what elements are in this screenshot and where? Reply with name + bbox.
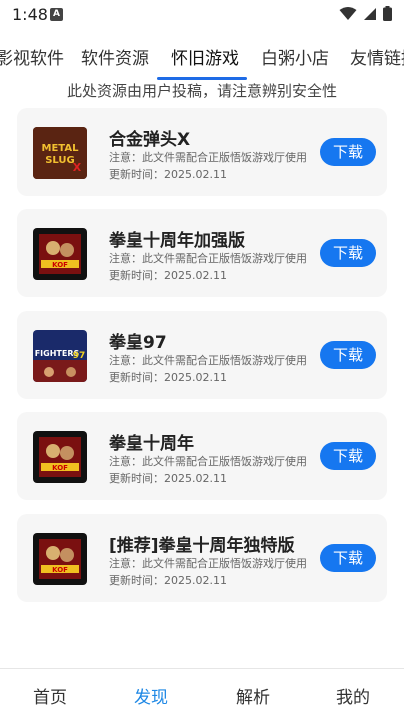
download-button[interactable]: 下载 xyxy=(320,442,376,470)
download-button[interactable]: 下载 xyxy=(320,239,376,267)
safety-notice: 此处资源由用户投稿，请注意辨别安全性 xyxy=(66,82,337,100)
list-item[interactable]: FIGHTERS 97 拳皇97 注意：此文件需配合正版悟饭游戏厅使用 更新时间… xyxy=(17,311,387,399)
list-item[interactable]: KOF [推荐]拳皇十周年独特版 注意：此文件需配合正版悟饭游戏厅使用 更新时间… xyxy=(17,514,387,602)
item-date: 更新时间：2025.02.11 xyxy=(109,472,227,485)
svg-text:KOF: KOF xyxy=(52,566,68,574)
game-thumbnail: KOF xyxy=(33,228,87,280)
item-note: 注意：此文件需配合正版悟饭游戏厅使用 xyxy=(109,354,307,367)
item-note: 注意：此文件需配合正版悟饭游戏厅使用 xyxy=(109,455,307,468)
item-date: 更新时间：2025.02.11 xyxy=(109,269,227,282)
download-button[interactable]: 下载 xyxy=(320,341,376,369)
tab-friend-links[interactable]: 友情链接 xyxy=(350,44,404,69)
status-bar: 1:48 A xyxy=(0,0,404,30)
item-date: 更新时间：2025.02.11 xyxy=(109,371,227,384)
signal-icon xyxy=(364,7,376,20)
item-date: 更新时间：2025.02.11 xyxy=(109,574,227,587)
bottom-nav: 首页 发现 解析 我的 xyxy=(0,668,404,720)
category-tabs: 影视软件 软件资源 怀旧游戏 白粥小店 友情链接 xyxy=(0,30,404,80)
item-title: [推荐]拳皇十周年独特版 xyxy=(109,536,295,556)
svg-text:METAL: METAL xyxy=(42,143,80,154)
svg-text:KOF: KOF xyxy=(52,464,68,472)
game-thumbnail: METAL SLUG X xyxy=(33,127,87,179)
game-thumbnail: KOF xyxy=(33,533,87,585)
nav-mine[interactable]: 我的 xyxy=(336,683,370,708)
nav-discover[interactable]: 发现 xyxy=(134,683,168,708)
item-title: 拳皇十周年加强版 xyxy=(109,231,245,251)
item-title: 拳皇97 xyxy=(109,333,167,353)
download-button[interactable]: 下载 xyxy=(320,138,376,166)
game-thumbnail: FIGHTERS 97 xyxy=(33,330,87,382)
list-item[interactable]: KOF 拳皇十周年加强版 注意：此文件需配合正版悟饭游戏厅使用 更新时间：202… xyxy=(17,209,387,297)
status-icons xyxy=(339,6,392,21)
list-item[interactable]: METAL SLUG X 合金弹头X 注意：此文件需配合正版悟饭游戏厅使用 更新… xyxy=(17,108,387,196)
svg-text:KOF: KOF xyxy=(52,261,68,269)
battery-icon xyxy=(383,6,392,21)
tab-baizhou-shop[interactable]: 白粥小店 xyxy=(261,44,329,69)
game-thumbnail: KOF xyxy=(33,431,87,483)
nav-parse[interactable]: 解析 xyxy=(236,683,270,708)
nav-home[interactable]: 首页 xyxy=(33,683,67,708)
svg-text:SLUG: SLUG xyxy=(45,155,75,166)
tab-retro-games[interactable]: 怀旧游戏 xyxy=(171,44,239,69)
item-note: 注意：此文件需配合正版悟饭游戏厅使用 xyxy=(109,252,307,265)
item-title: 拳皇十周年 xyxy=(109,434,194,454)
item-date: 更新时间：2025.02.11 xyxy=(109,168,227,181)
download-button[interactable]: 下载 xyxy=(320,544,376,572)
list-item[interactable]: KOF 拳皇十周年 注意：此文件需配合正版悟饭游戏厅使用 更新时间：2025.0… xyxy=(17,412,387,500)
svg-text:97: 97 xyxy=(73,351,86,361)
item-title: 合金弹头X xyxy=(109,130,191,150)
tab-film-software[interactable]: 影视软件 xyxy=(0,44,64,69)
svg-text:X: X xyxy=(73,161,82,174)
tab-software-resources[interactable]: 软件资源 xyxy=(81,44,149,69)
item-note: 注意：此文件需配合正版悟饭游戏厅使用 xyxy=(109,557,307,570)
item-note: 注意：此文件需配合正版悟饭游戏厅使用 xyxy=(109,151,307,164)
notification-icon: A xyxy=(50,8,63,21)
status-time: 1:48 xyxy=(12,5,48,24)
wifi-icon xyxy=(339,6,357,20)
